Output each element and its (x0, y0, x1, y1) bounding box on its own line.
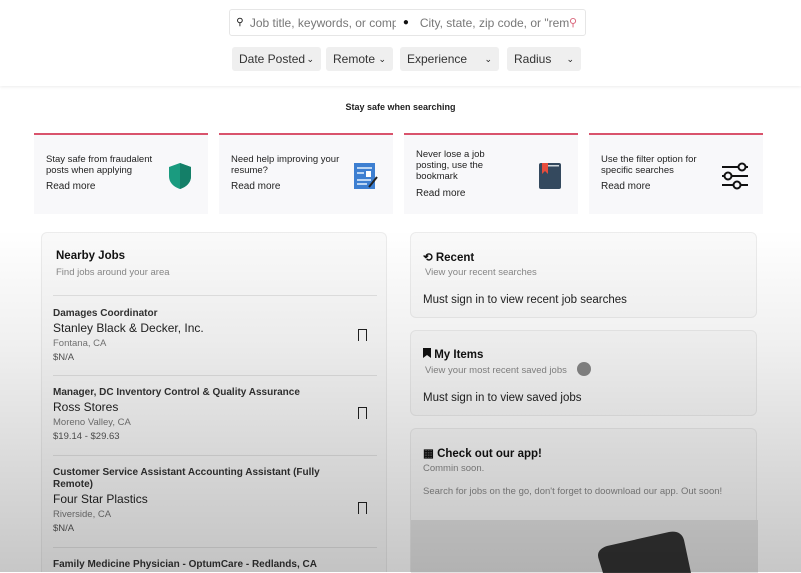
job-pay: $19.14 - $29.63 (53, 431, 120, 442)
app-header: ▦ Check out our app! (423, 446, 542, 460)
job-title[interactable]: Manager, DC Inventory Control & Quality … (53, 387, 377, 399)
search-icon: ⚲ (236, 17, 244, 28)
job-company: Stanley Black & Decker, Inc. (53, 321, 204, 335)
job-title[interactable]: Customer Service Assistant Accounting As… (53, 467, 343, 491)
job-listing[interactable]: Family Medicine Physician - OptumCare - … (53, 547, 377, 573)
job-company: Ross Stores (53, 400, 119, 414)
tip-text: Never lose a job posting, use the bookma… (416, 149, 485, 182)
page: ⚲ Job title, keywords, or compa ● City, … (0, 0, 801, 573)
chevron-down-icon: ⌄ (484, 53, 492, 64)
nearby-jobs-panel: Nearby Jobs Find jobs around your area D… (41, 232, 387, 572)
my-items-message: Must sign in to view saved jobs (423, 392, 582, 404)
safety-title: Stay safe when searching (345, 102, 456, 112)
nearby-subtitle: Find jobs around your area (56, 267, 170, 278)
sliders-icon (722, 162, 748, 190)
filter-label: Remote (333, 52, 376, 66)
my-items-header: My Items (423, 348, 483, 361)
filter-experience[interactable]: Experience ⌄ (400, 47, 499, 71)
filter-radius[interactable]: Radius ⌄ (507, 47, 581, 71)
filter-remote[interactable]: Remote ⌄ (326, 47, 393, 71)
history-icon: ⟲ (423, 252, 433, 264)
filter-label: Radius (514, 52, 552, 66)
tip-text: Stay safe from fraudalent posts when app… (46, 154, 153, 176)
tip-card: Stay safe from fraudalent posts when app… (34, 133, 208, 214)
phone-image (598, 531, 691, 573)
bookmark-icon[interactable] (358, 407, 367, 422)
read-more-link[interactable]: Read more (416, 188, 465, 199)
job-pay: $N/A (53, 523, 75, 534)
job-listing[interactable]: Damages Coordinator Stanley Black & Deck… (53, 295, 377, 375)
chevron-down-icon: ⌄ (306, 53, 314, 64)
search-submit-icon[interactable]: ⚲ (569, 16, 577, 29)
qr-icon: ▦ (423, 448, 434, 460)
tip-card: Need help improving your resume? Read mo… (219, 133, 393, 214)
chevron-down-icon: ⌄ (566, 53, 574, 64)
my-items-title: My Items (434, 349, 484, 361)
job-listing[interactable]: Manager, DC Inventory Control & Quality … (53, 375, 377, 455)
recent-header: ⟲ Recent (423, 250, 474, 264)
job-company: Four Star Plastics (53, 492, 148, 506)
job-location: Moreno Valley, CA (53, 417, 131, 428)
recent-title: Recent (435, 252, 475, 264)
job-title[interactable]: Damages Coordinator (53, 308, 377, 320)
bookmark-icon[interactable] (358, 329, 367, 344)
my-items-panel: My Items View your most recent saved job… (410, 330, 757, 416)
nearby-title: Nearby Jobs (56, 250, 126, 262)
tip-card: Never lose a job posting, use the bookma… (404, 133, 578, 214)
recent-message: Must sign in to view recent job searches (423, 294, 627, 306)
filter-label: Experience (407, 52, 468, 66)
job-location: Fontana, CA (53, 338, 107, 349)
bookmark-icon[interactable] (358, 502, 367, 517)
resume-icon (354, 163, 378, 189)
job-pay: $N/A (53, 352, 75, 363)
app-panel: ▦ Check out our app! Commin soon. Search… (410, 428, 758, 573)
read-more-link[interactable]: Read more (231, 181, 280, 192)
job-listing[interactable]: Customer Service Assistant Accounting As… (53, 455, 377, 547)
app-subtitle: Commin soon. (423, 463, 485, 474)
search-bar: ⚲ Job title, keywords, or compa ● City, … (229, 9, 586, 36)
header: ⚲ Job title, keywords, or compa ● City, … (0, 0, 801, 86)
filter-label: Date Posted (239, 52, 306, 66)
chevron-down-icon: ⌄ (378, 53, 386, 64)
filter-date-posted[interactable]: Date Posted ⌄ (232, 47, 321, 71)
cursor-indicator (577, 362, 591, 376)
job-title[interactable]: Family Medicine Physician - OptumCare - … (53, 559, 377, 571)
read-more-link[interactable]: Read more (46, 181, 95, 192)
bookmark-book-icon (539, 163, 561, 189)
shield-icon (169, 163, 191, 189)
recent-subtitle: View your recent searches (425, 267, 537, 278)
bookmark-filled-icon (423, 348, 431, 358)
keyword-input[interactable]: Job title, keywords, or compa (250, 16, 396, 30)
tip-text: Need help improving your resume? (231, 154, 340, 176)
job-location: Riverside, CA (53, 509, 112, 520)
recent-panel: ⟲ Recent View your recent searches Must … (410, 232, 757, 318)
app-image-area (411, 520, 758, 573)
my-items-subtitle: View your most recent saved jobs (425, 365, 567, 376)
read-more-link[interactable]: Read more (601, 181, 650, 192)
location-input[interactable]: City, state, zip code, or "rem (420, 16, 569, 30)
tip-text: Use the filter option for specific searc… (601, 154, 697, 176)
map-pin-icon: ● (402, 17, 409, 28)
app-description: Search for jobs on the go, don't forget … (423, 486, 723, 497)
app-title: Check out our app! (437, 448, 542, 460)
tip-card: Use the filter option for specific searc… (589, 133, 763, 214)
